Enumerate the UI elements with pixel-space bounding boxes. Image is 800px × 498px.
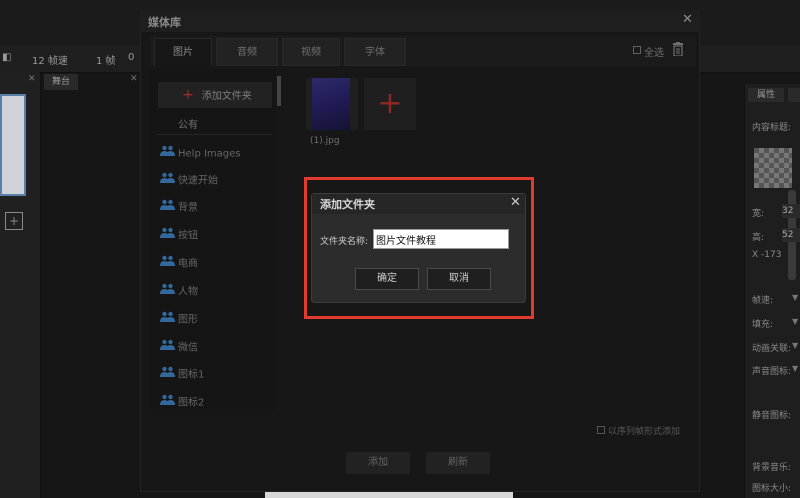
folder-name-input[interactable] bbox=[373, 229, 509, 249]
width-label: 宽: bbox=[752, 209, 765, 219]
tab-properties[interactable]: 属性 bbox=[748, 88, 784, 102]
sound-icon-label: 声音图标: bbox=[752, 367, 792, 377]
close-icon[interactable]: ✕ bbox=[28, 74, 36, 84]
framerate-readout: 12 帧速 bbox=[32, 56, 68, 67]
folder-name-label: 文件夹名称: bbox=[320, 237, 369, 247]
bgmusic-label: 背景音乐: bbox=[752, 463, 792, 473]
chevron-down-icon[interactable]: ▼ bbox=[792, 317, 798, 326]
zero-readout: 0 bbox=[128, 52, 135, 63]
toolbar-icon[interactable]: ◧ bbox=[2, 52, 11, 63]
height-label: 高: bbox=[752, 233, 765, 243]
height-field[interactable]: 52 bbox=[782, 228, 800, 242]
tab-stage[interactable]: 舞台 bbox=[44, 74, 78, 90]
width-field[interactable]: 32 bbox=[782, 204, 800, 218]
anim-label: 动画关联: bbox=[752, 344, 792, 354]
properties-panel bbox=[744, 84, 800, 498]
chevron-down-icon[interactable]: ▼ bbox=[792, 293, 798, 302]
x-position-label: X -173 bbox=[752, 250, 782, 260]
cancel-button[interactable]: 取消 bbox=[427, 268, 491, 290]
page-thumbnail[interactable] bbox=[0, 94, 26, 196]
transparency-preview bbox=[754, 148, 792, 188]
fill-label: 填充: bbox=[752, 320, 774, 330]
close-icon[interactable]: ✕ bbox=[510, 195, 521, 210]
framerate-label: 帧速: bbox=[752, 296, 774, 306]
tab-more[interactable] bbox=[788, 88, 800, 102]
add-page-icon[interactable]: + bbox=[5, 212, 23, 230]
chevron-down-icon[interactable]: ▼ bbox=[792, 341, 798, 350]
icon-size-label: 图标大小: bbox=[752, 484, 792, 494]
chevron-down-icon[interactable]: ▼ bbox=[792, 364, 798, 373]
close-icon[interactable]: ✕ bbox=[130, 74, 138, 84]
frames-readout: 1 帧 bbox=[96, 56, 116, 67]
add-folder-title: 添加文件夹 bbox=[320, 198, 375, 211]
content-title-label: 内容标题: bbox=[752, 123, 792, 133]
confirm-button[interactable]: 确定 bbox=[355, 268, 419, 290]
mute-icon-label: 静音图标: bbox=[752, 411, 792, 421]
